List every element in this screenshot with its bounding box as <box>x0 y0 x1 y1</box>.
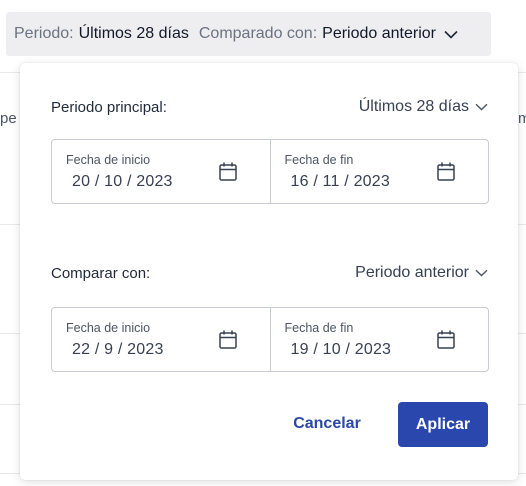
primary-start-caption: Fecha de inicio <box>66 153 151 167</box>
background-text-right: m <box>518 110 526 127</box>
comparison-end-caption: Fecha de fin <box>284 321 354 335</box>
comparison-end-value: 19 / 10 / 2023 <box>290 341 392 358</box>
comparison-label: Comparar con: <box>51 264 151 282</box>
chevron-down-icon <box>444 30 458 39</box>
calendar-icon[interactable] <box>218 162 237 181</box>
cancel-button[interactable]: Cancelar <box>277 402 377 446</box>
calendar-icon[interactable] <box>437 162 455 181</box>
chevron-down-icon <box>475 103 488 111</box>
primary-end-value: 16 / 11 / 2023 <box>290 173 390 190</box>
primary-end-caption: Fecha de fin <box>284 153 354 167</box>
primary-start-value: 20 / 10 / 2023 <box>72 173 173 190</box>
compare-value: Periodo anterior <box>322 25 436 42</box>
comparison-start-date-field[interactable]: Fecha de inicio 22 / 9 / 2023 <box>52 308 270 371</box>
period-label: Periodo: <box>14 25 74 42</box>
compare-label: Comparado con: <box>198 25 318 42</box>
primary-end-date-field[interactable]: Fecha de fin 16 / 11 / 2023 <box>269 140 489 203</box>
primary-period-header: Periodo principal: Últimos 28 días <box>51 98 488 116</box>
comparison-header: Comparar con: Periodo anterior <box>51 264 488 282</box>
apply-button[interactable]: Aplicar <box>398 402 488 447</box>
calendar-icon[interactable] <box>437 330 455 349</box>
primary-period-label: Periodo principal: <box>51 98 167 116</box>
chevron-down-icon <box>475 269 488 277</box>
primary-start-date-field[interactable]: Fecha de inicio 20 / 10 / 2023 <box>52 140 270 203</box>
comparison-end-date-field[interactable]: Fecha de fin 19 / 10 / 2023 <box>269 308 489 371</box>
comparison-dropdown[interactable]: Periodo anterior <box>355 264 488 282</box>
page: pe m Periodo: Últimos 28 días Comparado … <box>0 0 526 486</box>
comparison-selected: Periodo anterior <box>355 264 469 281</box>
date-range-trigger[interactable]: Periodo: Últimos 28 días Comparado con: … <box>6 12 491 56</box>
primary-period-selected: Últimos 28 días <box>358 98 469 115</box>
primary-date-range: Fecha de inicio 20 / 10 / 2023 Fecha de … <box>51 139 489 204</box>
comparison-start-value: 22 / 9 / 2023 <box>72 341 164 358</box>
calendar-icon[interactable] <box>218 330 237 349</box>
comparison-start-caption: Fecha de inicio <box>66 321 151 335</box>
primary-period-dropdown[interactable]: Últimos 28 días <box>359 98 488 116</box>
background-text-left: pe <box>0 110 17 127</box>
date-range-popover: Periodo principal: Últimos 28 días Fecha… <box>20 63 518 480</box>
period-value: Últimos 28 días <box>78 25 189 42</box>
comparison-date-range: Fecha de inicio 22 / 9 / 2023 Fecha de f… <box>51 307 489 372</box>
